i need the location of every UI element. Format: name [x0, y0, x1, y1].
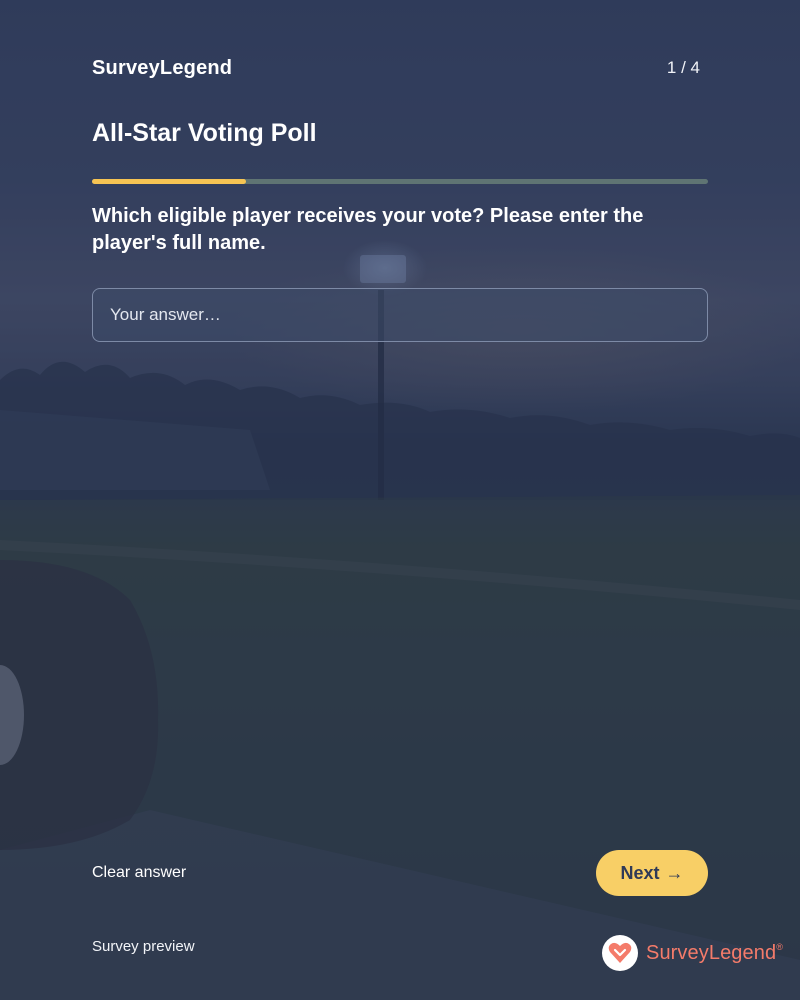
brand-name: SurveyLegend — [92, 57, 233, 79]
clear-answer-link[interactable]: Clear answer — [92, 864, 186, 882]
next-button[interactable]: Next → — [596, 850, 708, 896]
arrow-right-icon: → — [665, 862, 684, 883]
question-text: Which eligible player receives your vote… — [92, 205, 644, 254]
logo-wordmark: SurveyLegend® — [646, 941, 783, 964]
heart-logo-icon — [602, 935, 638, 971]
step-counter: 1 / 4 — [666, 58, 700, 77]
answer-input[interactable] — [92, 288, 708, 342]
survey-title: All-Star Voting Poll — [92, 119, 317, 147]
progress-fill — [92, 179, 246, 184]
survey-preview-label: Survey preview — [92, 938, 195, 955]
survey-card: SurveyLegend 1 / 4 All-Star Voting Poll … — [0, 0, 800, 1000]
next-button-label: Next — [620, 862, 660, 883]
surveylegend-logo[interactable]: SurveyLegend® — [602, 935, 783, 971]
progress-bar — [92, 179, 708, 184]
